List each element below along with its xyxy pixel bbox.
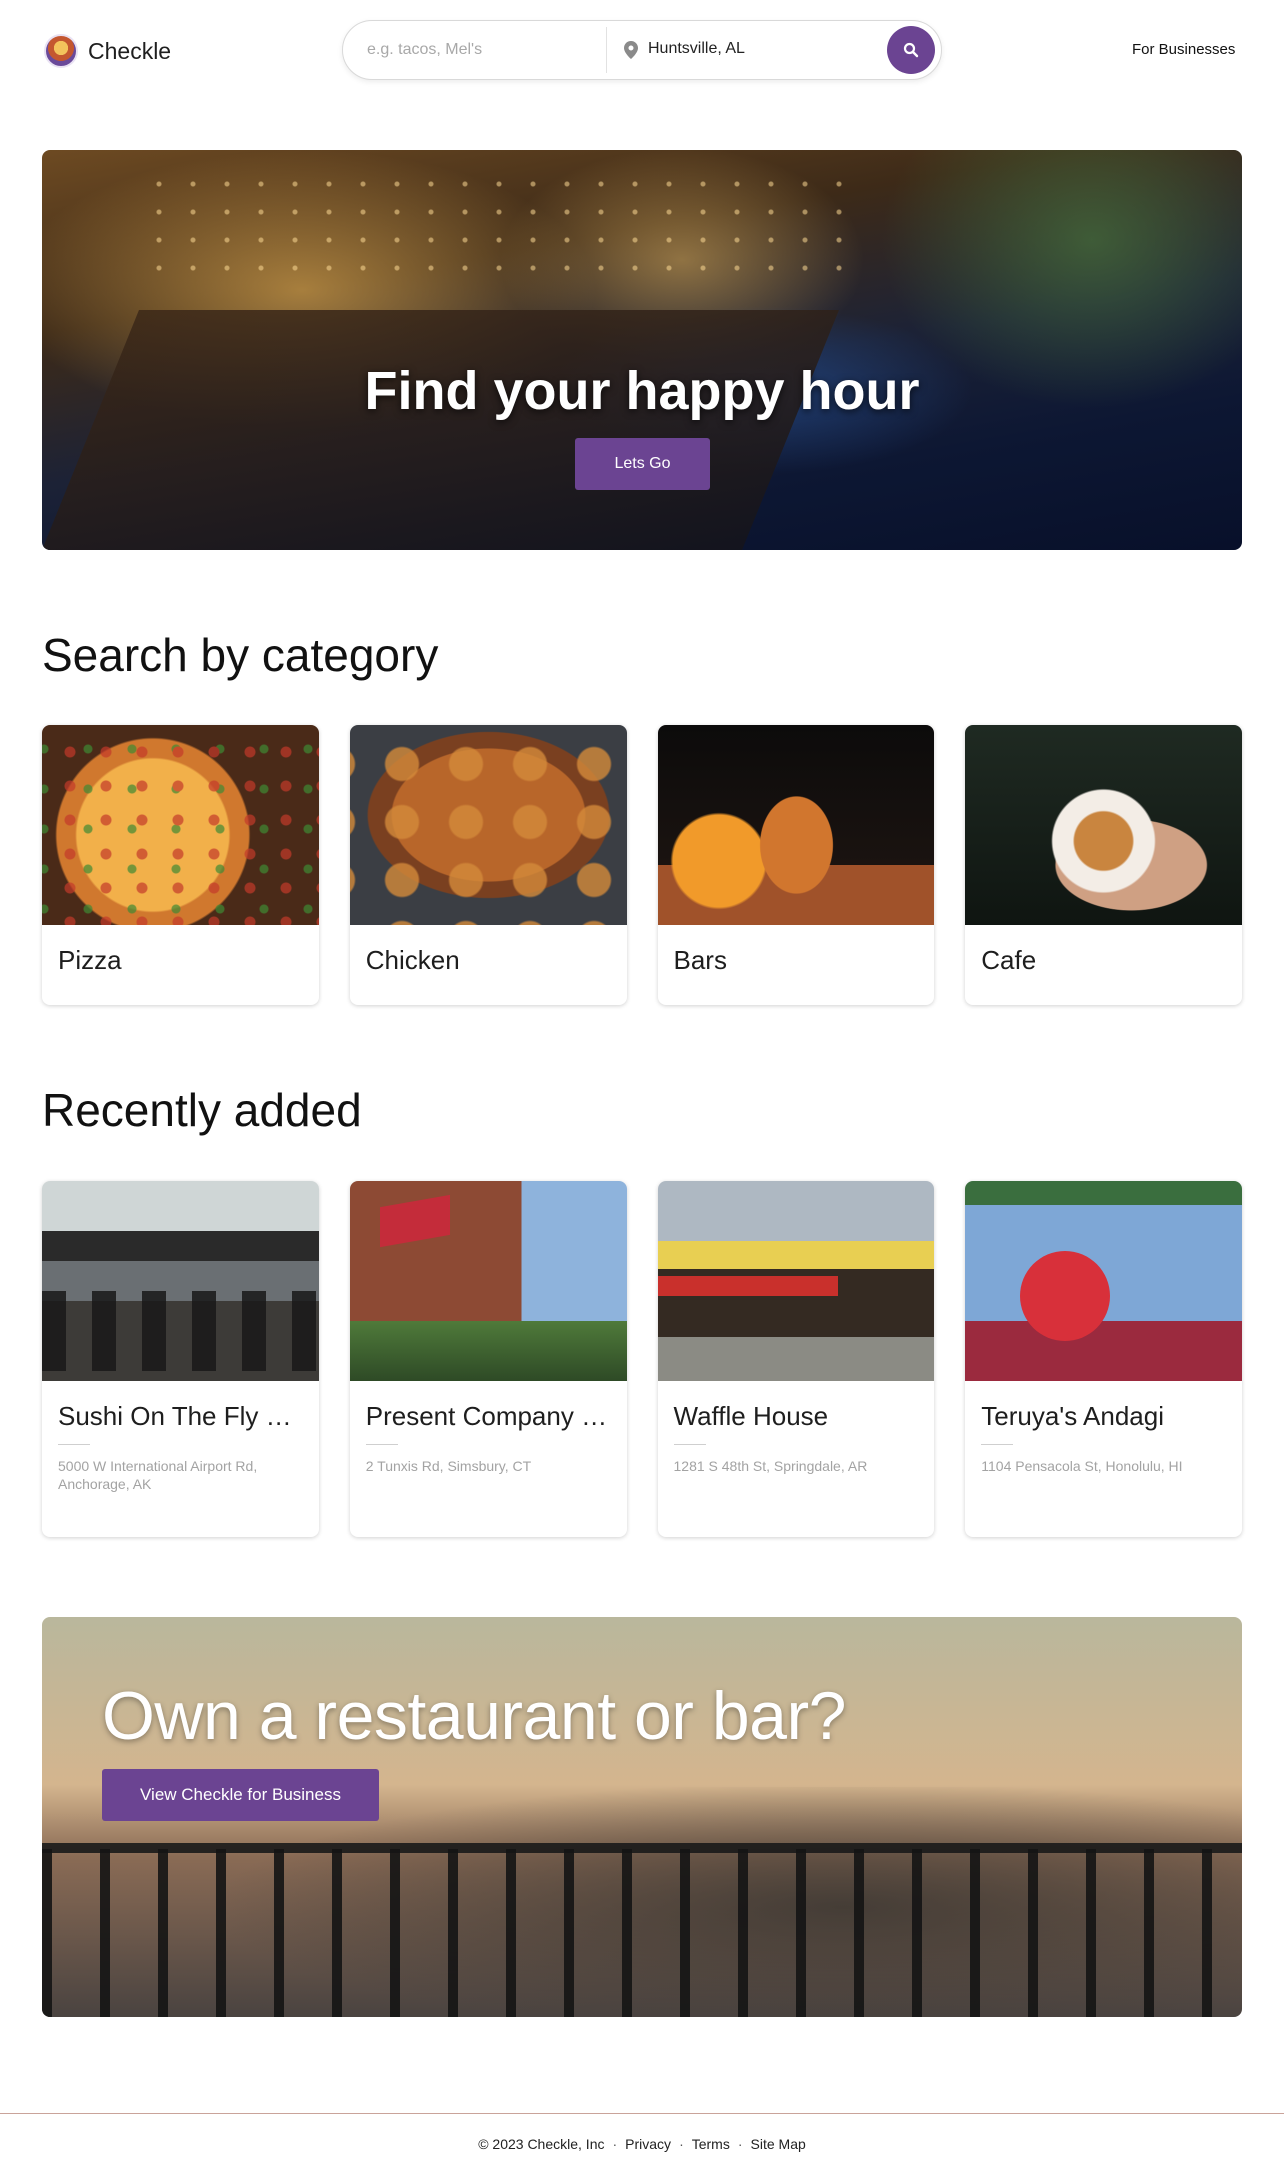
separator: · xyxy=(679,2136,684,2152)
category-image-chicken xyxy=(349,725,627,925)
restaurant-card[interactable]: Sushi On The Fly Cu... 5000 W Internatio… xyxy=(42,1181,319,1537)
category-card-pizza[interactable]: Pizza xyxy=(42,725,319,1005)
restaurant-image xyxy=(657,1181,935,1381)
site-header: Checkle Huntsville, AL For Businesses xyxy=(0,0,1284,100)
category-list: Pizza Chicken Bars Cafe xyxy=(42,725,1242,1005)
location-field[interactable]: Huntsville, AL xyxy=(648,40,745,58)
terms-link[interactable]: Terms xyxy=(692,2136,730,2152)
footer: © 2023 Checkle, Inc · Privacy · Terms · Site M… xyxy=(0,2136,1284,2152)
search-icon xyxy=(903,42,919,58)
category-label: Pizza xyxy=(58,945,122,975)
restaurant-name: Present Company R... xyxy=(365,1401,622,1431)
category-label: Cafe xyxy=(981,945,1037,975)
restaurant-address: 1104 Pensacola St, Honolulu, HI xyxy=(981,1458,1183,1474)
for-businesses-link[interactable]: For Businesses xyxy=(1132,41,1235,58)
restaurant-image xyxy=(42,1181,319,1381)
sitemap-link[interactable]: Site Map xyxy=(751,2136,806,2152)
search-button[interactable] xyxy=(887,26,935,74)
recent-section-title: Recently added xyxy=(42,1084,362,1136)
search-input[interactable] xyxy=(367,21,597,79)
recent-list: Sushi On The Fly Cu... 5000 W Internatio… xyxy=(42,1181,1242,1537)
search-bar: Huntsville, AL xyxy=(342,20,942,80)
restaurant-name: Teruya's Andagi xyxy=(981,1401,1164,1431)
hero-image-deck xyxy=(42,310,839,550)
business-banner: Own a restaurant or bar? View Checkle fo… xyxy=(42,1617,1242,2017)
search-divider xyxy=(606,27,607,73)
category-label: Bars xyxy=(673,945,727,975)
hero-banner: Find your happy hour Lets Go xyxy=(42,150,1242,550)
restaurant-card[interactable]: Present Company R... 2 Tunxis Rd, Simsbu… xyxy=(349,1181,627,1537)
checkle-logo-icon xyxy=(44,34,78,68)
restaurant-image xyxy=(349,1181,627,1381)
separator: · xyxy=(737,2136,743,2152)
business-title: Own a restaurant or bar? xyxy=(102,1678,846,1754)
category-section-title: Search by category xyxy=(42,629,439,681)
separator: · xyxy=(612,2136,618,2152)
view-business-button[interactable]: View Checkle for Business xyxy=(102,1769,379,1821)
logo[interactable]: Checkle xyxy=(44,34,171,68)
category-image-bars xyxy=(657,725,935,925)
copyright-text: © 2023 Checkle, Inc xyxy=(478,2136,605,2152)
privacy-link[interactable]: Privacy xyxy=(625,2136,671,2152)
category-image-pizza xyxy=(42,725,319,925)
restaurant-name: Waffle House xyxy=(673,1401,829,1431)
category-card-bars[interactable]: Bars xyxy=(657,725,935,1005)
restaurant-address: 2 Tunxis Rd, Simsbury, CT xyxy=(365,1458,532,1474)
restaurant-card[interactable]: Teruya's Andagi 1104 Pensacola St, Honol… xyxy=(965,1181,1242,1537)
restaurant-image xyxy=(965,1181,1242,1381)
category-card-chicken[interactable]: Chicken xyxy=(349,725,627,1005)
lets-go-button[interactable]: Lets Go xyxy=(575,438,710,490)
business-image-railing xyxy=(42,1849,1242,2017)
hero-title: Find your happy hour xyxy=(364,361,920,421)
category-label: Chicken xyxy=(365,945,460,975)
category-image-cafe xyxy=(965,725,1242,925)
restaurant-card[interactable]: Waffle House 1281 S 48th St, Springdale,… xyxy=(657,1181,935,1537)
location-pin-icon xyxy=(624,41,638,59)
restaurant-address: 1281 S 48th St, Springdale, AR xyxy=(673,1458,868,1474)
category-card-cafe[interactable]: Cafe xyxy=(965,725,1242,1005)
logo-text: Checkle xyxy=(88,37,172,64)
restaurant-name: Sushi On The Fly Cu... xyxy=(58,1401,319,1431)
footer-divider xyxy=(0,2113,1284,2114)
restaurant-address: 5000 W International Airport Rd, Anchora… xyxy=(58,1458,258,1492)
